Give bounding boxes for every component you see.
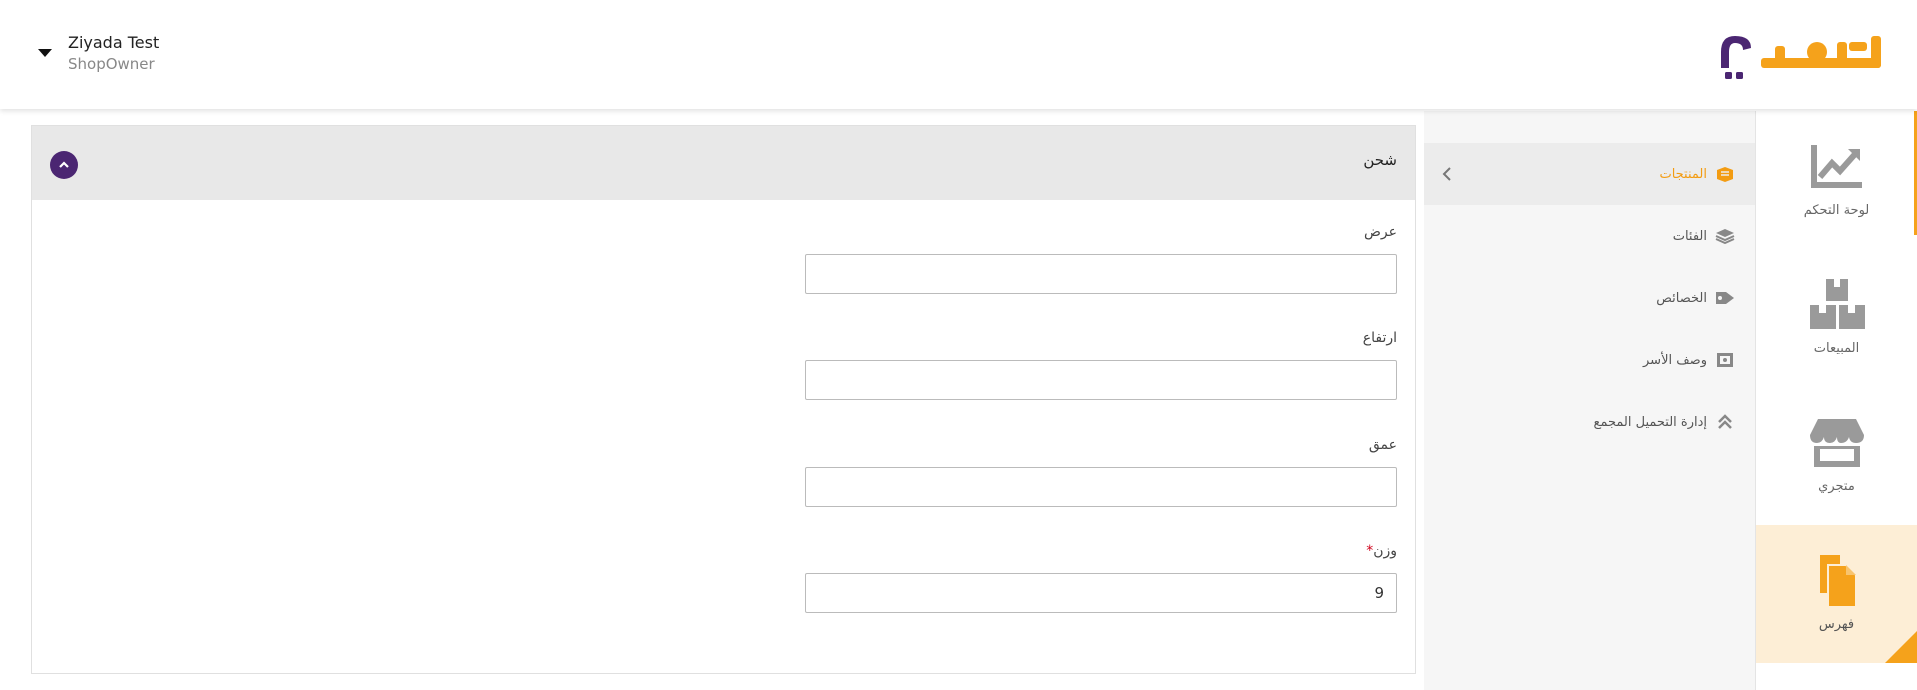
submenu-item-label: إدارة التحميل المجمع	[1593, 414, 1707, 430]
collapse-button[interactable]	[50, 151, 78, 179]
catalog-submenu: المنتجات الفئات الخصائص وصف الأسر إدارة …	[1424, 111, 1755, 690]
chevron-left-icon[interactable]	[1440, 167, 1454, 181]
height-input[interactable]	[805, 360, 1397, 400]
rail-item-my-store[interactable]: متجري	[1756, 387, 1917, 525]
width-input[interactable]	[805, 254, 1397, 294]
layers-icon	[1715, 229, 1735, 244]
depth-field-group: عمق	[805, 437, 1397, 507]
tags-icon	[1716, 292, 1734, 304]
submenu-item-label: الفئات	[1672, 228, 1707, 244]
user-name: Ziyada Test	[68, 33, 160, 52]
width-field-group: عرض	[805, 224, 1397, 294]
rail-item-label: المبيعات	[1813, 341, 1860, 356]
rail-item-sales[interactable]: المبيعات	[1756, 249, 1917, 387]
rail-item-label: متجري	[1818, 479, 1855, 494]
frame-icon	[1717, 353, 1733, 367]
user-info: Ziyada Test ShopOwner	[68, 33, 159, 75]
shipping-card-header[interactable]: شحن	[32, 126, 1415, 200]
weight-label: وزن	[1373, 543, 1397, 559]
card-title: شحن	[1363, 151, 1397, 169]
storefront-icon	[1809, 419, 1864, 467]
height-label: ارتفاع	[1362, 330, 1397, 346]
submenu-item-label: الخصائص	[1656, 290, 1707, 306]
user-role: ShopOwner	[68, 55, 155, 73]
documents-icon	[1819, 555, 1857, 608]
width-label: عرض	[1363, 224, 1397, 240]
depth-label: عمق	[1368, 437, 1397, 453]
chart-trend-icon	[1810, 145, 1862, 188]
double-chevron-up-icon	[1718, 414, 1732, 429]
submenu-item-label: وصف الأسر	[1643, 352, 1707, 368]
depth-input[interactable]	[805, 467, 1397, 507]
weight-label-row: *وزن	[805, 543, 1397, 559]
active-corner-marker	[1885, 631, 1917, 663]
boxes-icon	[1809, 279, 1865, 329]
caret-down-icon	[38, 49, 52, 57]
submenu-item-categories[interactable]: الفئات	[1424, 205, 1755, 267]
top-header: Ziyada Test ShopOwner	[0, 0, 1917, 109]
submenu-item-label: المنتجات	[1659, 166, 1707, 182]
submenu-item-products[interactable]: المنتجات	[1424, 143, 1755, 205]
weight-input[interactable]	[805, 573, 1397, 613]
rail-item-label: لوحة التحكم	[1803, 203, 1870, 218]
rail-item-dashboard[interactable]: لوحة التحكم	[1756, 111, 1917, 249]
rail-item-catalog[interactable]: فهرس	[1756, 525, 1917, 663]
submenu-item-family-description[interactable]: وصف الأسر	[1424, 329, 1755, 391]
rail-item-label: فهرس	[1818, 617, 1855, 632]
submenu-item-attributes[interactable]: الخصائص	[1424, 267, 1755, 329]
main-nav-rail: لوحة التحكم المبيعات متجري فهرس	[1755, 111, 1917, 690]
height-field-group: ارتفاع	[805, 330, 1397, 400]
user-menu[interactable]: Ziyada Test ShopOwner	[38, 33, 159, 75]
submenu-item-bulk-upload[interactable]: إدارة التحميل المجمع	[1424, 391, 1755, 453]
weight-field-group: *وزن	[805, 543, 1397, 613]
chevron-up-icon	[59, 161, 69, 168]
products-icon	[1717, 167, 1733, 182]
shipping-card: شحن عرض ارتفاع عمق *وزن	[31, 125, 1416, 674]
brand-logo[interactable]	[1717, 28, 1887, 90]
